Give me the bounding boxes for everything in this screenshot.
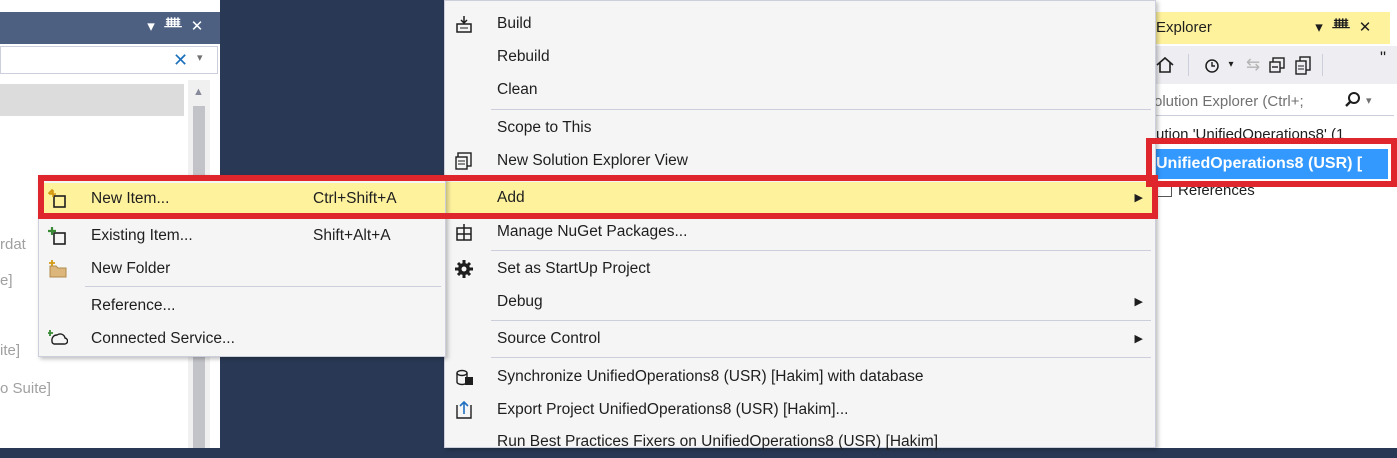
menu-item-label: Clean: [497, 81, 538, 98]
build-icon: [453, 14, 475, 34]
menu-separator: [491, 179, 1151, 180]
add-submenu: New Item... Ctrl+Shift+A Existing Item..…: [38, 175, 446, 357]
menu-item-label: Manage NuGet Packages...: [497, 223, 688, 240]
window-position-dropdown-icon[interactable]: ▾: [142, 18, 160, 36]
scroll-up-arrow-icon[interactable]: ▲: [193, 86, 204, 98]
menu-item-manage-nuget-packages[interactable]: Manage NuGet Packages...: [445, 216, 1155, 248]
pin-icon[interactable]: ᚙ: [164, 18, 182, 36]
menu-item-add[interactable]: Add ▶: [445, 182, 1155, 214]
menu-item-set-as-startup-project[interactable]: Set as StartUp Project: [445, 253, 1155, 285]
menu-item-label: Reference...: [91, 297, 176, 314]
menu-item-label: Run Best Practices Fixers on UnifiedOper…: [497, 433, 939, 450]
menu-item-label: Debug: [497, 293, 543, 310]
search-options-dropdown-icon[interactable]: ▾: [1366, 94, 1372, 107]
toolbar-overflow-icon[interactable]: ": [1372, 48, 1394, 68]
collapse-all-icon[interactable]: [1266, 55, 1288, 80]
nuget-icon: [453, 222, 475, 242]
menu-item-shortcut: Shift+Alt+A: [313, 227, 391, 244]
menu-item-source-control[interactable]: Source Control ▶: [445, 323, 1155, 355]
submenu-item-existing-item[interactable]: Existing Item... Shift+Alt+A: [39, 220, 445, 252]
menu-item-label: New Folder: [91, 260, 171, 277]
tree-item-fragment: ite]: [0, 342, 21, 359]
submenu-item-new-item[interactable]: New Item... Ctrl+Shift+A: [39, 183, 445, 215]
solution-explorer-toolbar: ▾ ⇆ ": [1152, 46, 1397, 84]
tree-item-fragment: o Suite]: [0, 380, 51, 397]
menu-item-label: New Solution Explorer View: [497, 152, 688, 169]
references-label: References: [1178, 182, 1255, 199]
toolbar-separator: [1188, 54, 1189, 76]
show-all-files-icon[interactable]: [1292, 55, 1314, 80]
menu-separator: [85, 286, 441, 287]
tree-item-fragment: rdat: [0, 236, 26, 253]
submenu-arrow-icon: ▶: [1134, 296, 1143, 308]
close-icon[interactable]: ✕: [1356, 18, 1374, 36]
existing-item-icon: [47, 226, 69, 246]
menu-item-label: Scope to This: [497, 119, 592, 136]
tree-selected-row[interactable]: [0, 84, 184, 116]
menu-separator: [491, 109, 1151, 110]
search-icon[interactable]: [1344, 91, 1362, 114]
submenu-arrow-icon: ▶: [1134, 333, 1143, 345]
project-node-selected[interactable]: UnifiedOperations8 (USR) [: [1152, 149, 1388, 179]
gear-icon: [453, 259, 475, 279]
pin-icon[interactable]: ᚙ: [1332, 18, 1350, 36]
menu-item-label: Export Project UnifiedOperations8 (USR) …: [497, 401, 849, 418]
menu-item-label: Rebuild: [497, 48, 550, 65]
sync-db-icon: [453, 367, 475, 387]
menu-item-export-project[interactable]: Export Project UnifiedOperations8 (USR) …: [445, 394, 1155, 426]
project-context-menu: Build Rebuild Clean Scope to This New So…: [444, 0, 1156, 450]
menu-item-label: Add: [497, 189, 525, 206]
solution-root-node[interactable]: ution 'UnifiedOperations8' (1: [1156, 126, 1394, 146]
left-tool-window-titlebar: ▾ ᚙ ✕: [0, 12, 220, 44]
references-icon: [1156, 183, 1172, 197]
menu-item-label: Set as StartUp Project: [497, 260, 651, 277]
menu-item-scope-to-this[interactable]: Scope to This: [445, 112, 1155, 144]
home-icon[interactable]: [1154, 55, 1176, 80]
submenu-arrow-icon: ▶: [1134, 192, 1143, 204]
menu-item-label: New Item...: [91, 190, 170, 207]
close-icon[interactable]: ✕: [188, 18, 206, 36]
search-placeholder: olution Explorer (Ctrl+;: [1154, 93, 1304, 110]
new-view-icon: [453, 151, 475, 171]
menu-item-clean[interactable]: Clean: [445, 74, 1155, 106]
menu-item-label: Existing Item...: [91, 227, 193, 244]
solution-explorer-title: Explorer: [1156, 19, 1212, 36]
left-search-input[interactable]: ✕ ▾: [0, 46, 218, 74]
menu-item-debug[interactable]: Debug ▶: [445, 286, 1155, 318]
menu-item-run-best-practices-fixers[interactable]: Run Best Practices Fixers on UnifiedOper…: [445, 426, 1155, 458]
new-folder-icon: [47, 259, 69, 279]
sync-with-document-icon[interactable]: ⇆: [1242, 55, 1264, 75]
menu-item-synchronize-with-database[interactable]: Synchronize UnifiedOperations8 (USR) [Ha…: [445, 361, 1155, 393]
chevron-down-icon[interactable]: ▾: [1220, 59, 1242, 70]
menu-separator: [491, 357, 1151, 358]
submenu-item-reference[interactable]: Reference...: [39, 290, 445, 322]
clear-search-icon[interactable]: ✕: [173, 50, 188, 70]
search-options-dropdown-icon[interactable]: ▾: [197, 51, 203, 64]
menu-separator: [491, 320, 1151, 321]
menu-item-label: Connected Service...: [91, 330, 235, 347]
connected-service-icon: [47, 329, 69, 349]
tree-item-fragment: e]: [0, 272, 13, 289]
submenu-item-connected-service[interactable]: Connected Service...: [39, 323, 445, 355]
menu-item-new-solution-explorer-view[interactable]: New Solution Explorer View: [445, 145, 1155, 177]
menu-item-build[interactable]: Build: [445, 8, 1155, 40]
menu-item-shortcut: Ctrl+Shift+A: [313, 190, 397, 207]
window-position-dropdown-icon[interactable]: ▾: [1310, 18, 1328, 36]
menu-separator: [491, 250, 1151, 251]
menu-item-label: Synchronize UnifiedOperations8 (USR) [Ha…: [497, 368, 924, 385]
toolbar-separator: [1322, 54, 1323, 76]
menu-item-rebuild[interactable]: Rebuild: [445, 41, 1155, 73]
export-icon: [453, 400, 475, 420]
solution-explorer-titlebar: Explorer ▾ ᚙ ✕: [1152, 12, 1390, 44]
references-node[interactable]: References: [1156, 182, 1255, 202]
menu-item-label: Build: [497, 15, 532, 32]
new-item-icon: [47, 188, 69, 209]
menu-item-label: Source Control: [497, 330, 601, 347]
solution-explorer-search-input[interactable]: olution Explorer (Ctrl+; ▾: [1152, 88, 1394, 116]
submenu-item-new-folder[interactable]: New Folder: [39, 253, 445, 285]
